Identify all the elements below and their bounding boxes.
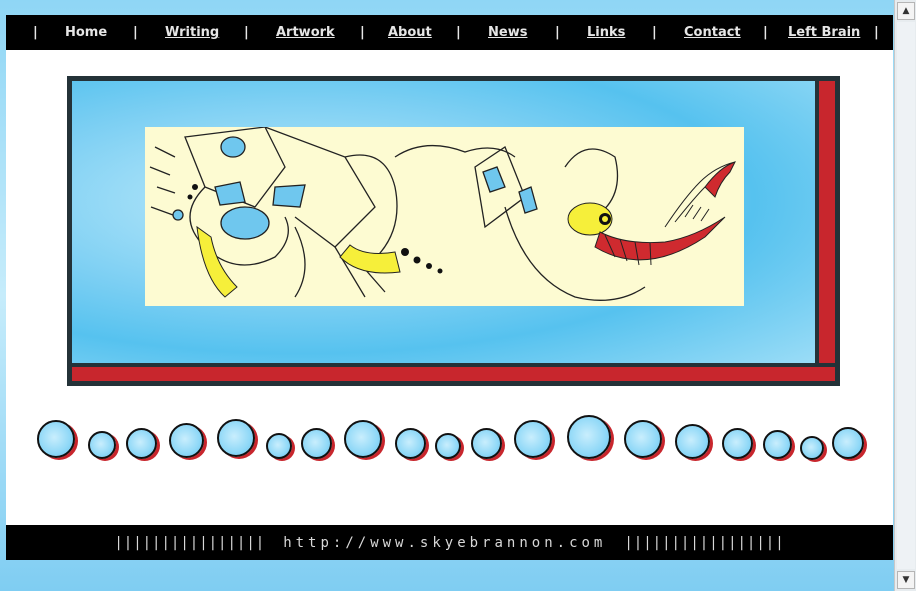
nav-news[interactable]: News xyxy=(488,25,527,40)
bubble-icon xyxy=(832,427,864,459)
nav-separator: | xyxy=(652,25,657,40)
bubble-icon xyxy=(514,420,552,458)
nav-writing[interactable]: Writing xyxy=(165,25,219,40)
bubble-icon xyxy=(344,420,382,458)
nav-separator: | xyxy=(360,25,365,40)
frame-red-edge-bottom xyxy=(72,363,835,381)
nav-home[interactable]: Home xyxy=(65,25,107,40)
nav-contact[interactable]: Contact xyxy=(684,25,741,40)
bubble-icon xyxy=(763,430,792,459)
bubble-icon xyxy=(217,419,255,457)
bubble-icon xyxy=(126,428,157,459)
nav-separator: | xyxy=(874,25,879,40)
bubble-icon xyxy=(471,428,502,459)
bubble-row xyxy=(6,410,893,480)
bubble-icon xyxy=(395,428,426,459)
bubble-icon xyxy=(800,436,824,460)
arrow-down-icon[interactable]: ▼ xyxy=(897,571,915,589)
nav-links[interactable]: Links xyxy=(587,25,625,40)
arrow-up-icon[interactable]: ▲ xyxy=(897,2,915,20)
bubble-icon xyxy=(624,420,662,458)
nav-separator: | xyxy=(33,25,38,40)
bubble-icon xyxy=(722,428,753,459)
nav-separator: | xyxy=(555,25,560,40)
footer-url[interactable]: http://www.skyebrannon.com xyxy=(283,535,606,551)
bubble-icon xyxy=(266,433,292,459)
bubble-icon xyxy=(301,428,332,459)
nav-separator: | xyxy=(456,25,461,40)
vertical-scrollbar[interactable]: ▲ ▼ xyxy=(894,0,916,591)
nav-separator: | xyxy=(133,25,138,40)
footer-bar: |||||||||||||||| http://www.skyebrannon.… xyxy=(6,525,893,560)
nav-separator: | xyxy=(244,25,249,40)
top-nav: | Home | Writing | Artwork | About | New… xyxy=(6,15,893,50)
frame-red-edge-right xyxy=(815,81,835,381)
footer-bars-right: ||||||||||||||||| xyxy=(624,534,785,551)
page: | Home | Writing | Artwork | About | New… xyxy=(6,15,893,560)
nav-separator: | xyxy=(763,25,768,40)
abstract-drawing-icon xyxy=(149,126,736,301)
footer-bars-left: |||||||||||||||| xyxy=(114,534,266,551)
bubble-icon xyxy=(37,420,75,458)
bubble-icon xyxy=(169,423,204,458)
nav-left-brain[interactable]: Left Brain xyxy=(788,25,860,40)
nav-artwork[interactable]: Artwork xyxy=(276,25,335,40)
nav-about[interactable]: About xyxy=(388,25,432,40)
artwork-image xyxy=(145,126,744,306)
bubble-icon xyxy=(675,424,710,459)
scrollbar-track[interactable] xyxy=(897,22,915,569)
bubble-icon xyxy=(567,415,611,459)
bubble-icon xyxy=(88,431,116,459)
bubble-icon xyxy=(435,433,461,459)
